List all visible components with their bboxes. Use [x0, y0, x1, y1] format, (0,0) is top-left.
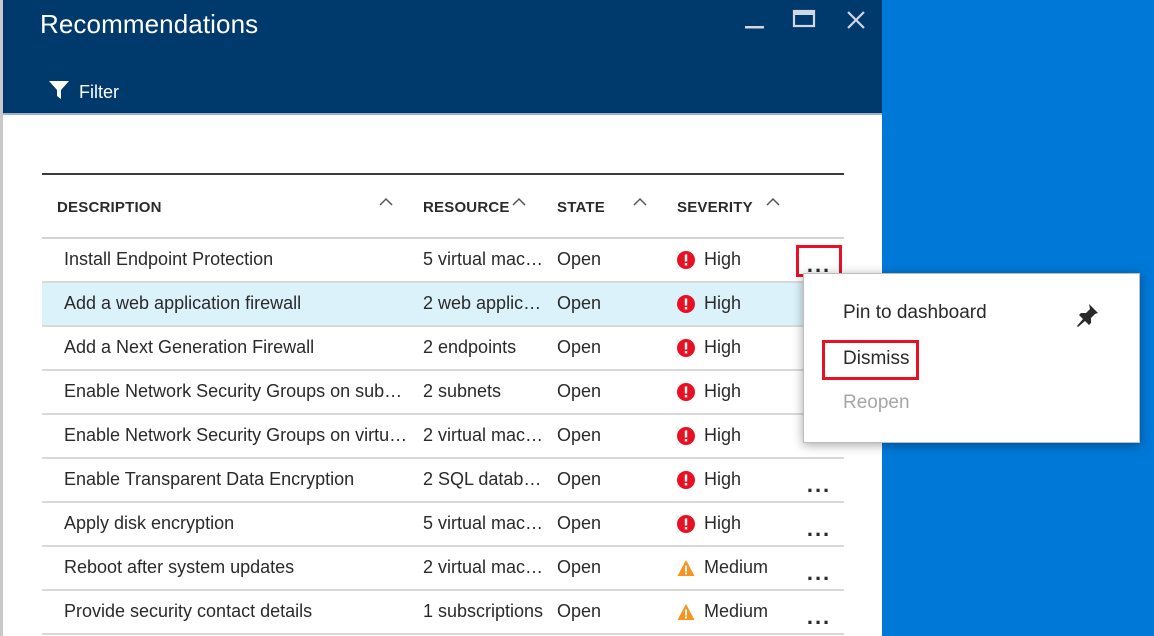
warning-icon: [677, 559, 695, 577]
more-options-button[interactable]: ...: [796, 597, 842, 629]
sort-caret-icon[interactable]: [511, 195, 527, 207]
row-state: Open: [557, 513, 602, 533]
row-resource: 2 subnets: [423, 381, 502, 401]
warning-icon: [677, 603, 695, 621]
maximize-icon[interactable]: [790, 6, 820, 36]
row-state: Open: [557, 601, 602, 621]
table-body: Install Endpoint Protection 5 virtual mac…: [42, 239, 844, 635]
more-icon: ...: [806, 472, 832, 497]
filter-button[interactable]: Filter: [48, 78, 119, 106]
table-row[interactable]: Add a Next Generation Firewall 2 endpoint…: [42, 327, 844, 371]
row-severity: High: [677, 469, 741, 490]
severity-label: High: [704, 249, 742, 269]
severity-label: High: [704, 469, 742, 489]
row-state: Open: [557, 249, 602, 269]
error-icon: [677, 514, 695, 533]
row-resource: 1 subscriptions: [423, 601, 544, 621]
recommendations-blade: Recommendations Filter DESCRIPTION RESOU…: [0, 0, 882, 636]
close-icon[interactable]: [841, 6, 871, 36]
row-description: Provide security contact details: [64, 601, 313, 621]
sort-caret-icon[interactable]: [765, 195, 781, 207]
row-description: Add a Next Generation Firewall: [64, 337, 315, 357]
sort-caret-icon[interactable]: [632, 195, 648, 207]
row-description: Reboot after system updates: [64, 557, 295, 577]
table-row[interactable]: Apply disk encryption 5 virtual mac… Open H…: [42, 503, 844, 547]
row-severity: High: [677, 425, 741, 446]
severity-label: Medium: [704, 601, 769, 621]
table-row[interactable]: Enable Transparent Data Encryption 2 SQL …: [42, 459, 844, 503]
severity-label: High: [704, 425, 742, 445]
error-icon: [677, 250, 695, 269]
row-resource: 2 SQL databa…: [423, 469, 545, 489]
row-resource: 2 virtual mac…: [423, 557, 544, 577]
filter-icon: [48, 79, 79, 106]
minimize-icon[interactable]: [740, 6, 770, 36]
row-description: Add a web application firewall: [64, 293, 302, 313]
row-severity: Medium: [677, 557, 768, 578]
severity-label: High: [704, 513, 742, 533]
sort-caret-icon[interactable]: [378, 195, 394, 207]
row-state: Open: [557, 557, 602, 577]
more-icon: ...: [806, 604, 832, 629]
row-severity: Medium: [677, 601, 768, 622]
recommendations-table: DESCRIPTION RESOURCE STATE SEVERITY Inst…: [42, 173, 844, 635]
severity-label: High: [704, 381, 742, 401]
column-header-severity[interactable]: SEVERITY: [677, 199, 753, 216]
more-icon: ...: [806, 516, 832, 541]
filter-label: Filter: [79, 81, 119, 102]
severity-label: High: [704, 337, 742, 357]
row-state: Open: [557, 381, 602, 401]
pin-icon[interactable]: [1074, 302, 1100, 328]
severity-label: Medium: [704, 557, 769, 577]
row-severity: High: [677, 337, 741, 358]
error-icon: [677, 470, 695, 489]
more-options-button[interactable]: ...: [796, 509, 842, 541]
row-resource: 2 web applic…: [423, 293, 542, 313]
page-title: Recommendations: [40, 9, 259, 39]
table-row[interactable]: Enable Network Security Groups on virtu……: [42, 415, 844, 459]
table-row[interactable]: Add a web application firewall 2 web appl…: [42, 283, 844, 327]
more-options-button[interactable]: ...: [796, 553, 842, 585]
severity-label: High: [704, 293, 742, 313]
more-icon: ...: [806, 252, 832, 277]
menu-item-reopen[interactable]: Reopen: [843, 392, 910, 414]
row-description: Enable Network Security Groups on virtu…: [64, 425, 408, 445]
error-icon: [677, 382, 695, 401]
menu-item-dismiss[interactable]: Dismiss: [822, 340, 919, 380]
table-row[interactable]: Enable Network Security Groups on subn… 2…: [42, 371, 844, 415]
row-severity: High: [677, 249, 741, 270]
more-icon: ...: [806, 560, 832, 585]
error-icon: [677, 294, 695, 313]
row-description: Apply disk encryption: [64, 513, 235, 533]
menu-item-pin-to-dashboard[interactable]: Pin to dashboard: [843, 302, 987, 324]
table-row[interactable]: Install Endpoint Protection 5 virtual mac…: [42, 239, 844, 283]
row-state: Open: [557, 293, 602, 313]
table-header: DESCRIPTION RESOURCE STATE SEVERITY: [42, 175, 844, 239]
row-description: Enable Network Security Groups on subn…: [64, 381, 410, 401]
row-resource: 2 endpoints: [423, 337, 517, 357]
row-state: Open: [557, 425, 602, 445]
row-resource: 2 virtual mac…: [423, 425, 544, 445]
more-options-button[interactable]: ...: [796, 465, 842, 497]
row-state: Open: [557, 337, 602, 357]
row-severity: High: [677, 293, 741, 314]
context-menu: Pin to dashboard Dismiss Reopen: [803, 273, 1140, 443]
column-header-description[interactable]: DESCRIPTION: [57, 199, 162, 216]
blade-header: Recommendations Filter: [0, 0, 882, 115]
error-icon: [677, 338, 695, 357]
blade-edge: [0, 0, 3, 636]
column-header-state[interactable]: STATE: [557, 199, 605, 216]
table-row[interactable]: Provide security contact details 1 subscr…: [42, 591, 844, 635]
column-header-resource[interactable]: RESOURCE: [423, 199, 510, 216]
row-resource: 5 virtual mac…: [423, 249, 544, 269]
row-description: Enable Transparent Data Encryption: [64, 469, 355, 489]
row-resource: 5 virtual mac…: [423, 513, 544, 533]
row-state: Open: [557, 469, 602, 489]
row-severity: High: [677, 381, 741, 402]
row-severity: High: [677, 513, 741, 534]
row-description: Install Endpoint Protection: [64, 249, 274, 269]
error-icon: [677, 426, 695, 445]
dismiss-label: Dismiss: [843, 348, 910, 369]
table-row[interactable]: Reboot after system updates 2 virtual mac…: [42, 547, 844, 591]
